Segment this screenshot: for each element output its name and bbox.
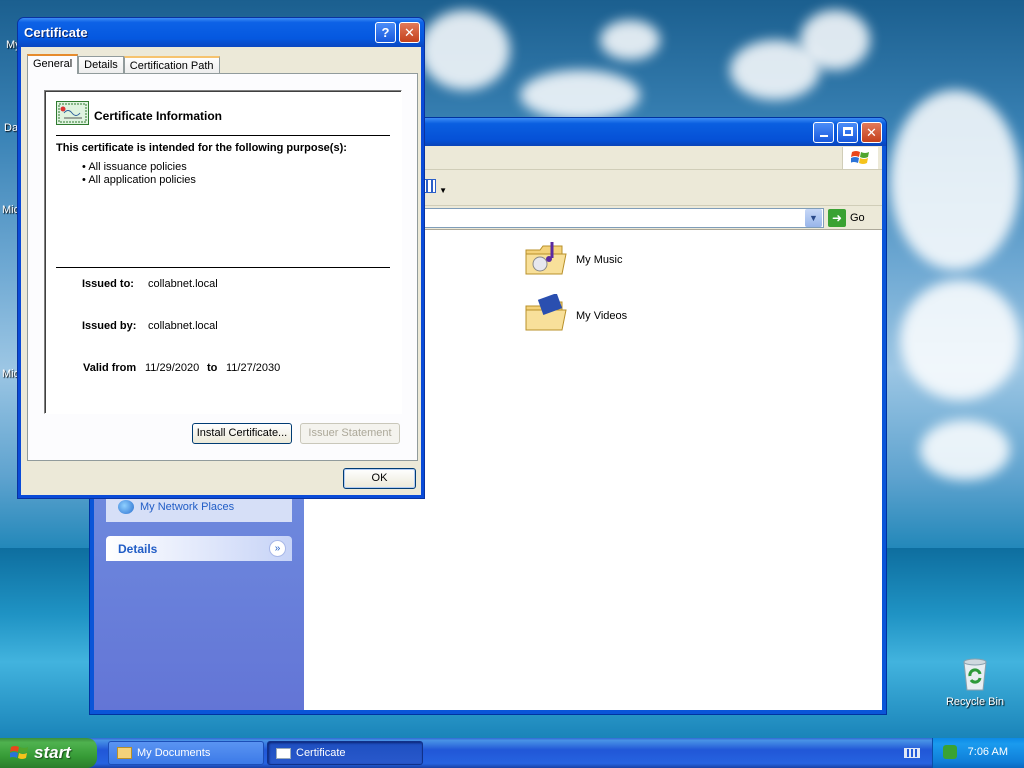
- views-button[interactable]: ▼: [422, 179, 448, 197]
- purpose-text: All application policies: [88, 174, 196, 186]
- network-tray-icon[interactable]: [943, 745, 957, 759]
- tab-certification-path[interactable]: Certification Path: [123, 56, 220, 74]
- valid-from-label: Valid from: [83, 362, 137, 374]
- general-tab-panel: Certificate Information This certificate…: [27, 73, 418, 461]
- keyboard-icon[interactable]: [904, 748, 920, 758]
- help-icon: ?: [381, 25, 390, 40]
- sidebar-item-network-places[interactable]: My Network Places: [118, 500, 234, 514]
- clock[interactable]: 7:06 AM: [968, 746, 1008, 758]
- taskbar-button-label: Certificate: [296, 747, 346, 759]
- maximize-icon: [842, 127, 853, 136]
- dialog-title: Certificate: [24, 25, 88, 40]
- details-label: Details: [118, 542, 158, 556]
- item-label: My Videos: [576, 310, 628, 322]
- go-label: Go: [850, 212, 865, 224]
- valid-from-value: 11/29/2020: [145, 362, 200, 374]
- certificate-dialog: Certificate ? ✕ General Details Certific…: [17, 17, 425, 499]
- purpose-item: • All application policies: [82, 174, 196, 186]
- window-icon: [276, 748, 291, 759]
- taskbar-button-label: My Documents: [137, 747, 211, 759]
- divider: [56, 135, 390, 136]
- recycle-bin[interactable]: Recycle Bin: [940, 656, 1010, 708]
- ok-button[interactable]: OK: [343, 468, 416, 489]
- folder-item-my-videos[interactable]: My Videos: [524, 294, 634, 340]
- windows-logo-icon: [10, 746, 28, 759]
- valid-to-value: 11/27/2030: [226, 362, 281, 374]
- recycle-bin-icon: [963, 658, 987, 691]
- issued-by-value: collabnet.local: [148, 320, 218, 332]
- purpose-text: All issuance policies: [88, 161, 187, 173]
- close-button[interactable]: ✕: [399, 22, 420, 43]
- divider: [56, 267, 390, 268]
- desktop-icon-label[interactable]: Da: [4, 122, 18, 134]
- close-icon: ✕: [404, 25, 415, 40]
- valid-to-label: to: [207, 362, 218, 374]
- purpose-item: • All issuance policies: [82, 161, 187, 173]
- network-places-icon: [118, 500, 134, 514]
- folder-item-my-music[interactable]: My Music: [524, 238, 634, 284]
- close-icon: ✕: [866, 125, 877, 140]
- purpose-heading: This certificate is intended for the fol…: [56, 142, 347, 154]
- details-panel-header[interactable]: Details »: [106, 536, 292, 561]
- chevron-down-icon: ▼: [439, 186, 447, 195]
- system-tray: 7:06 AM: [932, 738, 1024, 768]
- taskbar-button-certificate[interactable]: Certificate: [267, 741, 423, 765]
- start-button[interactable]: start: [0, 738, 97, 768]
- minimize-icon: [819, 135, 828, 137]
- dialog-titlebar[interactable]: Certificate ? ✕: [18, 18, 424, 47]
- issuer-statement-button[interactable]: Issuer Statement: [300, 423, 400, 444]
- video-folder-icon: [525, 294, 567, 331]
- install-certificate-button[interactable]: Install Certificate...: [192, 423, 292, 444]
- go-button[interactable]: ➜ Go: [828, 209, 876, 227]
- certificate-info-box: Certificate Information This certificate…: [44, 90, 402, 414]
- tab-details[interactable]: Details: [78, 56, 124, 74]
- start-label: start: [34, 743, 71, 762]
- taskbar-button-my-documents[interactable]: My Documents: [108, 741, 264, 765]
- item-label: My Music: [576, 254, 623, 266]
- close-button[interactable]: ✕: [861, 122, 882, 143]
- folder-icon: [117, 747, 132, 759]
- issued-to-label: Issued to:: [82, 278, 134, 290]
- expand-icon[interactable]: »: [269, 540, 286, 557]
- help-button[interactable]: ?: [375, 22, 396, 43]
- windows-logo-icon: [842, 147, 878, 169]
- chevron-down-icon: ▼: [809, 213, 818, 223]
- dialog-client: General Details Certification Path Certi…: [21, 47, 421, 495]
- maximize-button[interactable]: [837, 122, 858, 143]
- certificate-icon: [56, 101, 89, 125]
- info-heading: Certificate Information: [94, 109, 223, 123]
- go-arrow-icon: ➜: [828, 209, 846, 227]
- issued-to-value: collabnet.local: [148, 278, 218, 290]
- tab-general[interactable]: General: [27, 54, 79, 74]
- taskbar: start My Documents Certificate 7:06 AM: [0, 738, 1024, 768]
- recycle-bin-label: Recycle Bin: [945, 696, 1005, 708]
- tab-strip: General Details Certification Path: [27, 54, 220, 74]
- music-folder-icon: [525, 242, 567, 275]
- minimize-button[interactable]: [813, 122, 834, 143]
- address-dropdown-button[interactable]: ▼: [805, 209, 822, 227]
- issued-by-label: Issued by:: [82, 320, 137, 332]
- sidebar-item-label: My Network Places: [140, 501, 235, 513]
